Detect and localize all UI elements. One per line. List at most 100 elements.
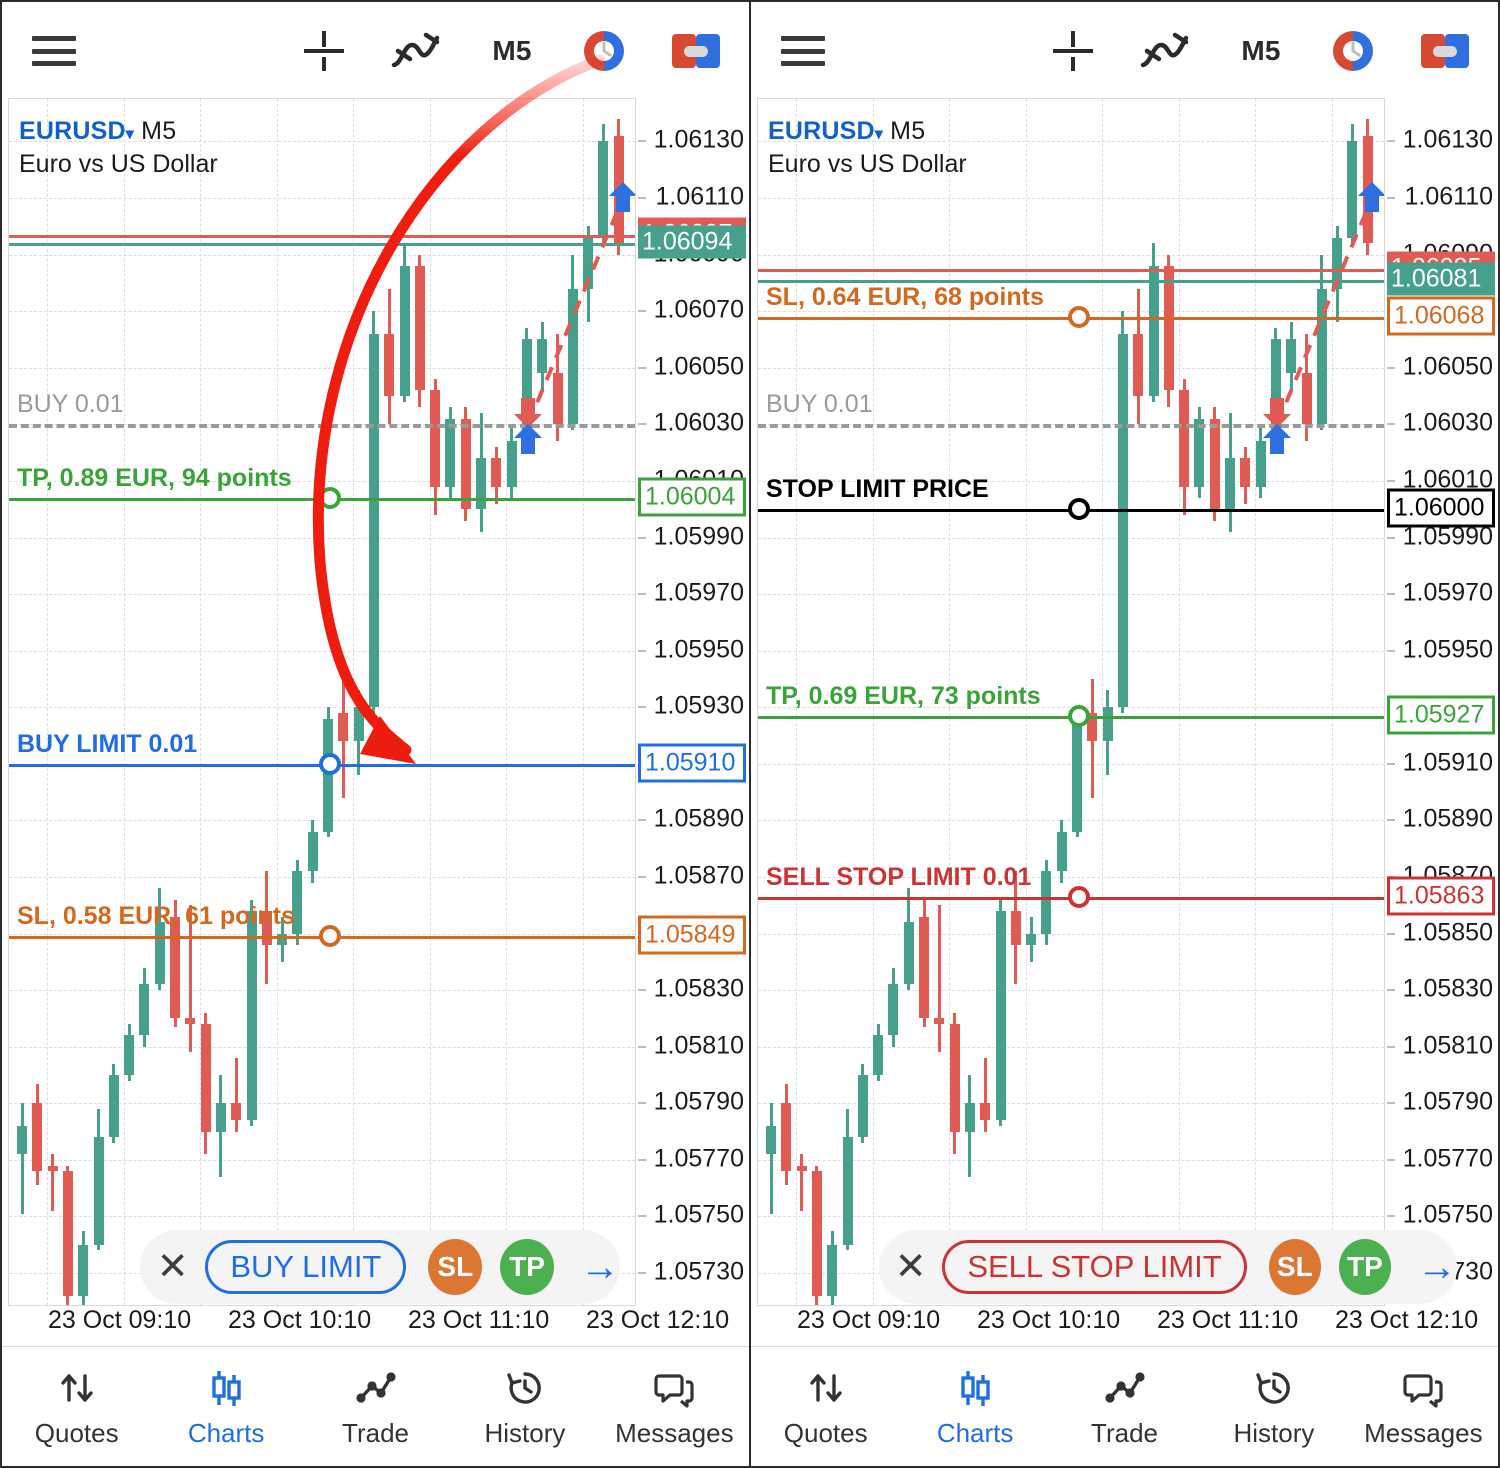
objects-icon[interactable] xyxy=(1419,28,1471,74)
price-plot-right[interactable]: EURUSD▾ M5 Euro vs US Dollar SL, 0.64 EU… xyxy=(757,98,1385,1306)
candlestick xyxy=(368,99,379,1305)
hamburger-icon[interactable] xyxy=(32,36,76,66)
level-handle-stop-loss[interactable] xyxy=(1068,305,1090,328)
tab-quotes[interactable]: Quotes xyxy=(751,1347,900,1466)
axis-tickmark xyxy=(1387,197,1395,200)
level-label-position: BUY 0.01 xyxy=(17,390,124,419)
axis-tick-label: 1.06130 xyxy=(1402,125,1493,154)
axis-tickmark xyxy=(638,1215,646,1218)
price-axis-left[interactable]: 1.061301.061101.060901.060701.060501.060… xyxy=(638,98,746,1306)
hamburger-icon[interactable] xyxy=(781,36,825,66)
tab-history[interactable]: History xyxy=(1199,1347,1348,1466)
axis-tickmark xyxy=(638,649,646,652)
axis-tickmark xyxy=(638,536,646,539)
axis-tick-label: 1.06070 xyxy=(653,295,744,324)
axis-tick-label: 1.05950 xyxy=(653,635,744,664)
axis-take-profit-price-label[interactable]: 1.06004 xyxy=(638,477,746,517)
clock-history-icon xyxy=(503,1364,547,1412)
axis-pending-price-label[interactable]: 1.05910 xyxy=(638,743,746,783)
tab-label: Trade xyxy=(342,1418,409,1448)
axis-stop-loss-price-label[interactable]: 1.05849 xyxy=(638,915,746,955)
candlestick xyxy=(246,99,257,1305)
time-tick-label: 23 Oct 11:10 xyxy=(1157,1306,1299,1334)
close-order-panel-button[interactable]: ✕ xyxy=(879,1248,942,1286)
axis-stop-limit-price-label[interactable]: 1.06000 xyxy=(1387,488,1495,528)
axis-bid-price-label: 1.06081 xyxy=(1387,262,1495,296)
level-label-position: BUY 0.01 xyxy=(766,390,873,419)
axis-tickmark xyxy=(638,1272,646,1275)
tp-button[interactable]: TP xyxy=(500,1239,554,1295)
tab-quotes[interactable]: Quotes xyxy=(2,1347,151,1466)
candlestick xyxy=(62,99,73,1305)
candlestick xyxy=(384,99,395,1305)
crosshair-icon[interactable] xyxy=(300,28,348,74)
chevron-down-icon[interactable]: ▾ xyxy=(875,126,883,143)
new-order-icon[interactable] xyxy=(1329,28,1377,74)
tab-messages[interactable]: Messages xyxy=(1349,1347,1498,1466)
axis-tickmark xyxy=(1387,1045,1395,1048)
time-tick-label: 23 Oct 09:10 xyxy=(48,1306,192,1334)
submit-order-button[interactable]: → xyxy=(580,1247,620,1287)
crosshair-icon[interactable] xyxy=(1049,28,1097,74)
level-handle-pending[interactable] xyxy=(319,752,341,775)
candlestick xyxy=(185,99,196,1305)
axis-tickmark xyxy=(1387,819,1395,822)
candlestick xyxy=(215,99,226,1305)
axis-pending-price-label[interactable]: 1.05863 xyxy=(1387,876,1495,916)
chart-area-right[interactable]: EURUSD▾ M5 Euro vs US Dollar SL, 0.64 EU… xyxy=(757,98,1495,1314)
clock-history-icon xyxy=(1252,1364,1296,1412)
candlestick xyxy=(338,99,349,1305)
chevron-down-icon[interactable]: ▾ xyxy=(126,126,134,143)
timeframe-button[interactable]: M5 xyxy=(482,28,542,74)
symbol-name[interactable]: EURUSD xyxy=(768,117,875,145)
tab-messages[interactable]: Messages xyxy=(600,1347,749,1466)
axis-tick-label: 1.05870 xyxy=(653,861,744,890)
symbol-name[interactable]: EURUSD xyxy=(19,117,126,145)
axis-stop-loss-price-label[interactable]: 1.06068 xyxy=(1387,296,1495,336)
time-tick-label: 23 Oct 10:10 xyxy=(228,1306,372,1334)
indicators-icon[interactable] xyxy=(1139,28,1191,74)
tab-history[interactable]: History xyxy=(450,1347,599,1466)
axis-tick-label: 1.05730 xyxy=(653,1257,744,1286)
level-handle-pending[interactable] xyxy=(1068,885,1090,908)
order-panel-left[interactable]: ✕ BUY LIMIT SL TP → xyxy=(140,1230,620,1304)
tab-charts[interactable]: Charts xyxy=(900,1347,1049,1466)
chat-bubbles-icon xyxy=(1401,1364,1445,1412)
timeframe-button[interactable]: M5 xyxy=(1231,28,1291,74)
level-handle-take-profit[interactable] xyxy=(1068,704,1090,727)
axis-take-profit-price-label[interactable]: 1.05927 xyxy=(1387,695,1495,735)
tp-button[interactable]: TP xyxy=(1338,1239,1392,1295)
axis-tickmark xyxy=(1387,1215,1395,1218)
axis-tickmark xyxy=(638,819,646,822)
close-order-panel-button[interactable]: ✕ xyxy=(140,1248,205,1286)
indicators-icon[interactable] xyxy=(390,28,442,74)
sl-button[interactable]: SL xyxy=(428,1239,483,1295)
submit-order-button[interactable]: → xyxy=(1417,1247,1457,1287)
tab-label: Messages xyxy=(1364,1418,1483,1448)
axis-tick-label: 1.06030 xyxy=(1402,408,1493,437)
axis-tick-label: 1.05810 xyxy=(1402,1031,1493,1060)
axis-tickmark xyxy=(638,140,646,143)
order-type-button[interactable]: BUY LIMIT xyxy=(205,1240,407,1294)
order-type-button[interactable]: SELL STOP LIMIT xyxy=(942,1240,1247,1294)
tab-label: History xyxy=(1233,1418,1315,1448)
price-plot-left[interactable]: EURUSD▾ M5 Euro vs US Dollar BUY 0.01 TP,… xyxy=(8,98,636,1306)
candlestick-icon xyxy=(953,1364,997,1412)
axis-tickmark xyxy=(638,423,646,426)
axis-tickmark xyxy=(638,310,646,313)
candlestick xyxy=(445,99,456,1305)
tab-trade[interactable]: Trade xyxy=(301,1347,450,1466)
sl-button[interactable]: SL xyxy=(1268,1239,1321,1295)
axis-tick-label: 1.05750 xyxy=(653,1200,744,1229)
tab-charts[interactable]: Charts xyxy=(151,1347,300,1466)
axis-tickmark xyxy=(1387,1102,1395,1105)
new-order-icon[interactable] xyxy=(580,28,628,74)
chart-area-left[interactable]: EURUSD▾ M5 Euro vs US Dollar BUY 0.01 TP,… xyxy=(8,98,746,1314)
price-axis-right[interactable]: 1.061301.061101.060901.060501.060301.060… xyxy=(1387,98,1495,1306)
objects-icon[interactable] xyxy=(670,28,722,74)
symbol-description: Euro vs US Dollar xyxy=(19,150,218,178)
tab-trade[interactable]: Trade xyxy=(1050,1347,1199,1466)
candlestick xyxy=(491,99,502,1305)
level-handle-take-profit[interactable] xyxy=(319,486,341,509)
order-panel-right[interactable]: ✕ SELL STOP LIMIT SL TP → xyxy=(879,1230,1457,1304)
